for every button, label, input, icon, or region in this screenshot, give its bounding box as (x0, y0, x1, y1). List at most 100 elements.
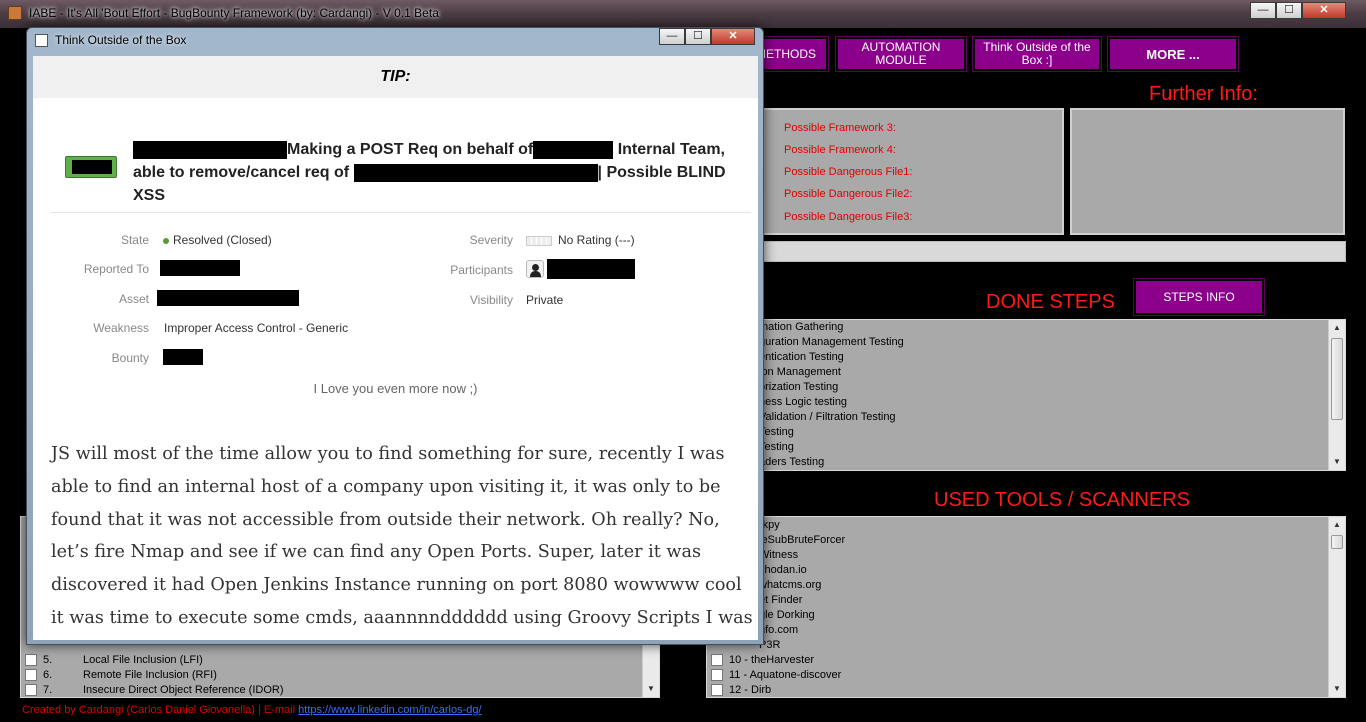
dangerous-file-2-label: Possible Dangerous File2: (784, 188, 913, 200)
participants-value (526, 259, 636, 279)
tool-label: 10 - theHarvester (729, 654, 814, 666)
main-titlebar: IABE - It's All 'Bout Effort - BugBounty… (0, 0, 1366, 28)
scroll-up-icon[interactable]: ▲ (1329, 320, 1345, 336)
scroll-down-icon[interactable]: ▼ (643, 681, 659, 697)
vuln-checkbox[interactable] (25, 669, 37, 682)
bounty-label: Bounty (111, 351, 149, 365)
steps-info-button[interactable]: STEPS INFO (1133, 278, 1265, 316)
list-item[interactable]: orization Testing (759, 381, 838, 393)
status-dot-icon (163, 237, 169, 244)
done-steps-scrollbar[interactable]: ▲ ▼ (1328, 320, 1345, 470)
think-outside-dialog: Think Outside of the Box — ☐ ✕ TIP: Maki… (26, 27, 764, 645)
list-item[interactable]: entication Testing (759, 351, 844, 363)
vuln-checkbox[interactable] (25, 654, 37, 667)
list-item[interactable]: 6. Remote File Inclusion (RFI) (25, 669, 217, 682)
vuln-number: 5. (43, 654, 53, 666)
minimize-button[interactable]: — (1250, 2, 1276, 19)
scroll-thumb[interactable] (1331, 535, 1343, 549)
maximize-button[interactable]: ☐ (1276, 2, 1302, 19)
window-title: IABE - It's All 'Bout Effort - BugBounty… (29, 6, 439, 20)
list-item[interactable]: ness Logic testing (759, 396, 847, 408)
list-item[interactable]: 7. Insecure Direct Object Reference (IDOR… (25, 684, 284, 697)
vuln-label: Local File Inclusion (LFI) (83, 654, 203, 666)
list-item[interactable]: 10 - theHarvester (711, 654, 814, 667)
dialog-title: Think Outside of the Box (55, 33, 187, 47)
dangerous-file-1-label: Possible Dangerous File1: (784, 166, 913, 178)
state-value: Resolved (Closed) (163, 233, 272, 247)
vuln-label: Insecure Direct Object Reference (IDOR) (83, 684, 284, 696)
think-outside-button[interactable]: Think Outside of the Box :] (972, 36, 1102, 72)
list-item[interactable]: Testing (759, 441, 794, 453)
dialog-minimize-button[interactable]: — (659, 28, 685, 45)
framework-panel: Possible Framework 3: Possible Framework… (744, 108, 1064, 235)
possible-framework-4-label: Possible Framework 4: (784, 144, 896, 156)
headline-part: Making a POST Req on behalf of (287, 141, 534, 158)
rating-icon (526, 235, 552, 246)
participant-avatar-icon[interactable] (526, 260, 544, 278)
participants-label: Participants (450, 263, 513, 277)
severity-text: No Rating (---) (558, 233, 635, 247)
list-item[interactable]: guration Management Testing (759, 336, 904, 348)
list-item[interactable]: 11 - Aquatone-discover (711, 669, 841, 682)
list-item[interactable]: shodan.io (759, 564, 807, 576)
state-label: State (120, 233, 149, 247)
further-info-box[interactable] (1070, 108, 1345, 235)
tip-heading: TIP: (33, 56, 758, 98)
app-icon (8, 6, 22, 20)
list-item[interactable]: et Finder (759, 594, 802, 606)
possible-framework-3-label: Possible Framework 3: (784, 122, 896, 134)
asset-label: Asset (118, 292, 149, 306)
dangerous-file-3-label: Possible Dangerous File3: (784, 211, 913, 223)
tool-checkbox[interactable] (711, 654, 723, 667)
list-item[interactable]: Witness (759, 549, 798, 561)
list-item[interactable]: leSubBruteForcer (759, 534, 845, 546)
scroll-down-icon[interactable]: ▼ (1329, 454, 1345, 470)
tool-checkbox[interactable] (711, 669, 723, 682)
used-tools-scrollbar[interactable]: ▲ ▼ (1328, 517, 1345, 697)
dialog-maximize-button[interactable]: ☐ (685, 28, 711, 45)
dialog-controls: — ☐ ✕ (659, 28, 755, 45)
list-item[interactable]: aders Testing (759, 456, 824, 468)
redacted-box (163, 349, 203, 365)
tip-body-text: JS will most of the time allow you to fi… (51, 444, 753, 628)
severity-label: Severity (469, 233, 513, 247)
state-text: Resolved (Closed) (173, 233, 272, 247)
linkedin-link[interactable]: https://www.linkedin.com/in/carlos-dg/ (298, 704, 481, 716)
list-item[interactable]: 5. Local File Inclusion (LFI) (25, 654, 203, 667)
asset-value (157, 290, 299, 306)
love-message: I Love you even more now ;) (313, 381, 478, 396)
weakness-label: Weakness (93, 321, 149, 335)
scroll-thumb[interactable] (1331, 338, 1343, 420)
list-item[interactable]: gle Dorking (759, 609, 815, 621)
used-tools-title: USED TOOLS / SCANNERS (934, 489, 1190, 511)
redacted-box (547, 259, 636, 279)
reported-to-label: Reported To (83, 262, 149, 276)
report-badge (65, 156, 117, 178)
used-tools-list[interactable]: -kpy leSubBruteForcer Witness shodan.io … (706, 516, 1346, 698)
more-button[interactable]: MORE ... (1107, 36, 1239, 72)
report-headline: Making a POST Req on behalf of Internal … (133, 138, 743, 207)
list-item[interactable]: Testing (759, 426, 794, 438)
vuln-checkbox[interactable] (25, 684, 37, 697)
done-steps-list[interactable]: mation Gathering guration Management Tes… (706, 319, 1346, 471)
vuln-label: Remote File Inclusion (RFI) (83, 669, 217, 681)
list-item[interactable]: ion Management (759, 366, 841, 378)
list-item[interactable]: whatcms.org (759, 579, 821, 591)
automation-module-button[interactable]: AUTOMATION MODULE (835, 36, 967, 72)
vuln-number: 6. (43, 669, 53, 681)
dialog-close-button[interactable]: ✕ (711, 28, 755, 45)
list-item[interactable]: 12 - Dirb (711, 684, 771, 697)
list-item[interactable]: mation Gathering (759, 321, 843, 333)
close-button[interactable]: ✕ (1302, 2, 1346, 19)
redacted-box (133, 140, 287, 159)
scroll-up-icon[interactable]: ▲ (1329, 517, 1345, 533)
dialog-icon (35, 34, 48, 47)
app-root: IABE - It's All 'Bout Effort - BugBounty… (0, 0, 1366, 722)
redacted-box (157, 290, 299, 306)
list-item[interactable]: nfo.com (759, 624, 798, 636)
visibility-label: Visibility (469, 293, 513, 307)
footer-credit: Created by Cardangi (Carlos Daniel Giova… (22, 704, 296, 716)
list-item[interactable]: Validation / Filtration Testing (759, 411, 896, 423)
scroll-down-icon[interactable]: ▼ (1329, 681, 1345, 697)
tool-checkbox[interactable] (711, 684, 723, 697)
